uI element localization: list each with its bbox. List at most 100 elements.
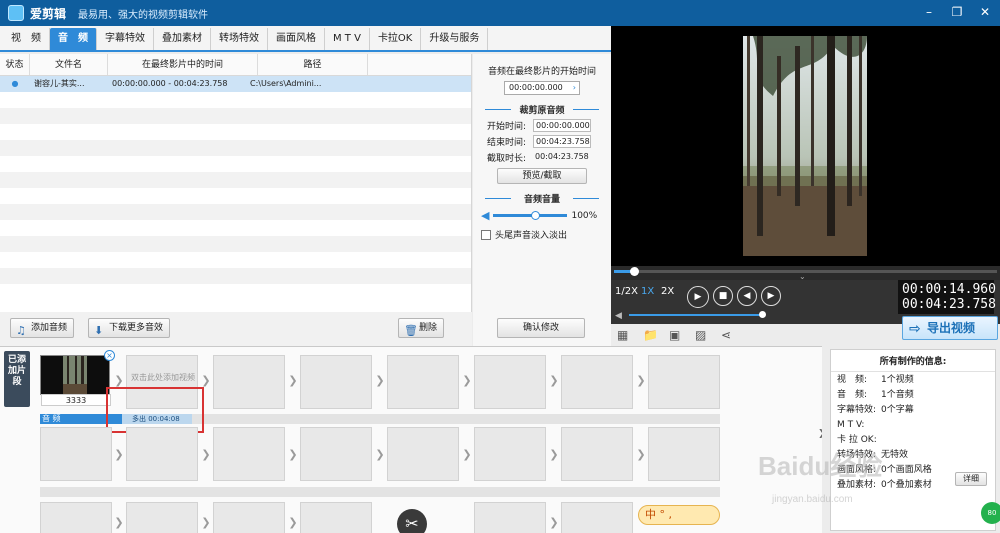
crop-duration-label: 截取时长: xyxy=(487,154,527,164)
app-slogan: 最易用、强大的视频剪辑软件 xyxy=(78,9,209,21)
add-video-hint: 双击此处添加视频 xyxy=(131,373,195,382)
arrow-icon: ❯ xyxy=(288,516,298,529)
volume-slider[interactable] xyxy=(493,211,568,220)
preview-crop-button[interactable]: 预览/截取 xyxy=(497,168,587,184)
volume-row: ◀ 100% xyxy=(473,209,611,222)
empty-clip-slot[interactable] xyxy=(474,427,546,481)
empty-clip-slot[interactable] xyxy=(213,427,285,481)
status-dot: ● xyxy=(11,79,19,88)
tab-karaoke[interactable]: 卡拉OK xyxy=(370,28,422,50)
arrow-icon: ❯ xyxy=(462,448,472,461)
empty-clip-slot[interactable] xyxy=(300,355,372,409)
collapse-panel-icon[interactable]: ❯ xyxy=(818,429,822,441)
arrow-icon: ❯ xyxy=(201,448,211,461)
arrow-icon: ❯ xyxy=(114,374,124,387)
crop-end-input[interactable]: 00:04:23.758 xyxy=(533,135,591,148)
save-icon[interactable]: ▣ xyxy=(669,328,680,342)
crop-start-input[interactable]: 00:00:00.000 xyxy=(533,119,591,132)
empty-row xyxy=(0,220,471,236)
remove-clip-icon[interactable]: × xyxy=(104,350,115,361)
export-video-button[interactable]: ⇨ 导出视频 xyxy=(902,316,998,340)
col-filename[interactable]: 文件名 xyxy=(30,54,108,75)
empty-row xyxy=(0,188,471,204)
speed-1x-button[interactable]: 1X xyxy=(641,286,654,297)
empty-clip-slot[interactable] xyxy=(561,355,633,409)
empty-clip-slot[interactable] xyxy=(40,502,112,533)
col-path[interactable]: 路径 xyxy=(258,54,368,75)
stop-icon[interactable]: ■ xyxy=(713,286,733,306)
minimize-button[interactable]: – xyxy=(922,4,936,20)
volume-slider-handle[interactable] xyxy=(531,211,541,220)
ime-indicator[interactable]: 中 ° , xyxy=(638,505,720,525)
tab-upgrade[interactable]: 升级与服务 xyxy=(421,28,489,50)
playback-progress-bar[interactable]: ⌄ xyxy=(611,266,1000,281)
chevron-right-icon[interactable]: › xyxy=(573,82,576,94)
tab-transitions[interactable]: 转场特效 xyxy=(211,28,268,50)
tab-picture-style[interactable]: 画面风格 xyxy=(268,28,325,50)
info-key: 音 频: xyxy=(837,390,868,400)
empty-clip-slot[interactable] xyxy=(300,427,372,481)
speaker-icon: ◀ xyxy=(615,311,622,321)
player-volume-handle[interactable] xyxy=(759,311,766,318)
add-audio-button[interactable]: ♫ 添加音频 xyxy=(10,318,75,338)
crop-end-label: 结束时间: xyxy=(487,138,527,148)
info-value: 1个音频 xyxy=(881,390,914,400)
empty-clip-slot[interactable] xyxy=(213,502,285,533)
video-preview[interactable] xyxy=(611,26,1000,266)
add-audio-label: 添加音频 xyxy=(31,323,68,333)
tab-video[interactable]: 视 频 xyxy=(3,28,50,50)
added-clips-tab[interactable]: 已添加片段 xyxy=(4,351,30,407)
timecode-display: 00:00:14.960 00:04:23.758 xyxy=(898,280,996,314)
empty-row xyxy=(0,204,471,220)
player-volume-slider[interactable] xyxy=(629,314,761,316)
player-volume: ◀ xyxy=(615,310,766,321)
empty-clip-slot[interactable] xyxy=(387,355,459,409)
tab-mtv[interactable]: M T V xyxy=(325,28,370,50)
tab-audio[interactable]: 音 频 xyxy=(50,28,97,50)
empty-clip-slot[interactable] xyxy=(126,427,198,481)
detail-button[interactable]: 详细 xyxy=(955,472,987,486)
empty-clip-slot[interactable] xyxy=(561,427,633,481)
cell-time: 00:00:00.000 - 00:04:23.758 xyxy=(112,79,228,88)
table-row[interactable]: ● 谢容儿-其实... 00:00:00.000 - 00:04:23.758 … xyxy=(0,76,471,92)
empty-clip-slot[interactable] xyxy=(561,502,633,533)
step-forward-icon[interactable]: ▶ xyxy=(761,286,781,306)
open-folder-icon[interactable]: 📁 xyxy=(643,328,658,342)
delete-button[interactable]: 🗑 删除 xyxy=(398,318,445,338)
speed-2x-button[interactable]: 2X xyxy=(661,286,674,297)
empty-clip-slot[interactable] xyxy=(40,427,112,481)
save-as-icon[interactable]: ▨ xyxy=(695,328,706,342)
scissors-icon[interactable]: ✂ xyxy=(397,509,427,533)
col-time[interactable]: 在最终影片中的时间 xyxy=(108,54,258,75)
col-status[interactable]: 状态 xyxy=(0,54,30,75)
empty-clip-slot[interactable] xyxy=(648,427,720,481)
tab-subtitle-effects[interactable]: 字幕特效 xyxy=(97,28,154,50)
start-time-input[interactable]: 00:00:00.000 › xyxy=(504,81,580,95)
new-project-icon[interactable]: ▦ xyxy=(617,328,628,342)
cell-filename: 谢容儿-其实... xyxy=(34,79,85,88)
arrow-icon: ❯ xyxy=(114,448,124,461)
empty-clip-slot[interactable] xyxy=(126,502,198,533)
confirm-button[interactable]: 确认修改 xyxy=(497,318,585,338)
step-back-icon[interactable]: ◀ xyxy=(737,286,757,306)
play-icon[interactable]: ▶ xyxy=(687,286,709,308)
download-more-button[interactable]: ⬇ 下载更多音效 xyxy=(88,318,171,338)
video-clip-thumbnail[interactable]: × 3333 xyxy=(40,350,115,406)
progress-handle[interactable] xyxy=(630,267,639,276)
tab-overlay[interactable]: 叠加素材 xyxy=(154,28,211,50)
empty-clip-slot[interactable] xyxy=(474,502,546,533)
empty-clip-slot[interactable] xyxy=(387,427,459,481)
speed-half-button[interactable]: 1/2X xyxy=(615,286,638,297)
maximize-button[interactable]: ❐ xyxy=(950,4,964,20)
close-button[interactable]: ✕ xyxy=(978,4,992,20)
empty-clip-slot[interactable] xyxy=(474,355,546,409)
empty-clip-slot[interactable] xyxy=(648,355,720,409)
fade-checkbox[interactable] xyxy=(481,229,491,240)
empty-clip-slot[interactable] xyxy=(300,502,372,533)
empty-clip-slot[interactable] xyxy=(213,355,285,409)
watermark-logo: Baidu经验 xyxy=(758,451,883,481)
speed-badge[interactable]: 80 xyxy=(981,502,1000,524)
delete-label: 删除 xyxy=(419,323,438,333)
video-frame xyxy=(743,36,867,256)
share-icon[interactable]: ⋖ xyxy=(721,328,731,342)
